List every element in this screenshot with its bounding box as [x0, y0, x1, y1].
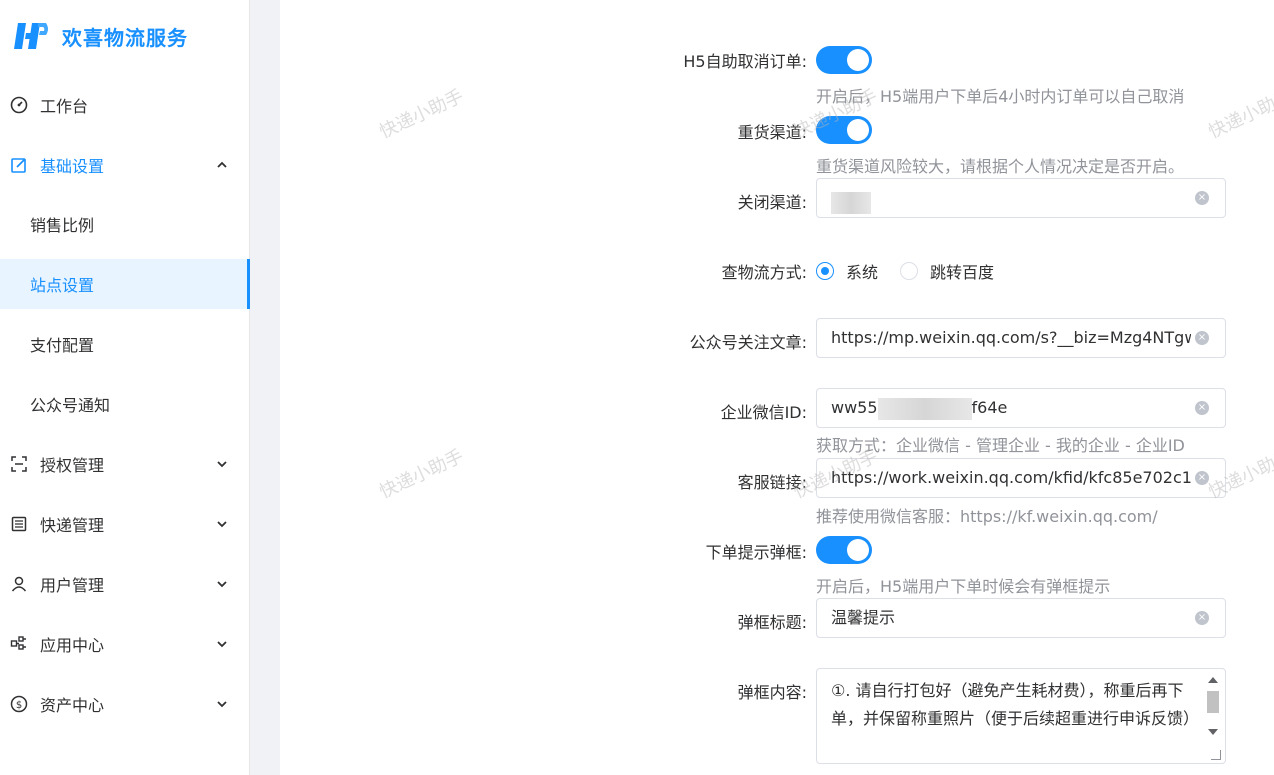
- popup-title-input[interactable]: 温馨提示 ×: [816, 598, 1226, 638]
- radio-dot: [816, 262, 834, 280]
- clear-icon[interactable]: ×: [1195, 611, 1209, 625]
- service-link-hint: 推荐使用微信客服：https://kf.weixin.qq.com/: [816, 507, 1158, 526]
- site-settings-form: H5自助取消订单: 开启后，H5端用户下单后4小时内订单可以自己取消 重货渠道:…: [280, 0, 1274, 775]
- sidebar-item-label: 应用中心: [40, 636, 105, 655]
- apps-icon: [10, 635, 28, 653]
- sidebar-item-label: 快递管理: [40, 516, 105, 535]
- radio-label: 跳转百度: [930, 263, 995, 282]
- article-value: https://mp.weixin.qq.com/s?__biz=Mzg4NTg…: [831, 328, 1191, 347]
- close-channel-input[interactable]: ×: [816, 178, 1226, 218]
- sidebar-item-label: 基础设置: [40, 157, 105, 176]
- h5-cancel-label: H5自助取消订单:: [683, 52, 807, 71]
- close-channel-label: 关闭渠道:: [737, 193, 807, 212]
- chevron-down-icon: [216, 578, 228, 590]
- clear-icon[interactable]: ×: [1195, 401, 1209, 415]
- service-link-input[interactable]: https://work.weixin.qq.com/kfid/kfc85e70…: [816, 458, 1226, 498]
- popup-title-value: 温馨提示: [831, 608, 896, 627]
- sidebar-item-express[interactable]: 快递管理: [0, 494, 250, 554]
- heavy-channel-hint: 重货渠道风险较大，请根据个人情况决定是否开启。: [816, 157, 1185, 176]
- app-root: 欢喜物流服务 工作台 基础设置 销售比例 站点设置 支付配置 公众号通知 授权管: [0, 0, 1274, 775]
- brand-logo-icon: [12, 19, 50, 53]
- chevron-down-icon: [216, 638, 228, 650]
- tracking-radio-system[interactable]: 系统: [816, 259, 878, 283]
- sidebar-item-label: 工作台: [40, 97, 89, 116]
- sidebar-item-basic-settings[interactable]: 基础设置: [0, 135, 250, 195]
- corp-id-prefix: ww55: [831, 398, 878, 417]
- corp-id-suffix: f64e: [971, 398, 1008, 417]
- tracking-radio-baidu[interactable]: 跳转百度: [900, 259, 994, 283]
- chevron-down-icon: [216, 698, 228, 710]
- dashboard-icon: [10, 96, 28, 114]
- sidebar-item-label: 资产中心: [40, 696, 105, 715]
- h5-cancel-hint: 开启后，H5端用户下单后4小时内订单可以自己取消: [816, 87, 1185, 106]
- clear-icon[interactable]: ×: [1195, 471, 1209, 485]
- sidebar-subitem-sales-ratio[interactable]: 销售比例: [0, 199, 250, 249]
- switch-knob: [847, 119, 869, 141]
- scan-icon: [10, 455, 28, 473]
- radio-label: 系统: [846, 263, 879, 282]
- h5-cancel-switch[interactable]: [816, 46, 872, 74]
- sidebar-subitem-payment-config[interactable]: 支付配置: [0, 319, 250, 369]
- sidebar-item-authorization[interactable]: 授权管理: [0, 434, 250, 494]
- order-popup-hint: 开启后，H5端用户下单时候会有弹框提示: [816, 577, 1111, 596]
- sidebar-item-dashboard[interactable]: 工作台: [0, 75, 250, 135]
- close-channel-value: [831, 179, 1191, 217]
- chevron-down-icon: [216, 458, 228, 470]
- corp-id-value: ww55 f64e: [831, 389, 1191, 427]
- redacted-value: [877, 397, 972, 420]
- clear-icon[interactable]: ×: [1195, 191, 1209, 205]
- dollar-icon: $: [10, 695, 28, 713]
- popup-content-value: ①. 请自行打包好（避免产生耗材费），称重后再下单，并保留称重照片（便于后续超重…: [831, 681, 1200, 728]
- sidebar-item-users[interactable]: 用户管理: [0, 554, 250, 614]
- sidebar-item-app-center[interactable]: 应用中心: [0, 614, 250, 674]
- sidebar-subitem-site-settings[interactable]: 站点设置: [0, 259, 250, 309]
- watermark: 快递小助手: [376, 85, 467, 143]
- heavy-channel-switch[interactable]: [816, 116, 872, 144]
- textarea-scrollbar[interactable]: [1205, 673, 1221, 761]
- corp-id-hint: 获取方式：企业微信 - 管理企业 - 我的企业 - 企业ID: [816, 436, 1185, 455]
- scroll-down-icon[interactable]: [1208, 729, 1218, 735]
- edit-icon: [10, 156, 28, 174]
- clear-icon[interactable]: ×: [1195, 331, 1209, 345]
- article-input[interactable]: https://mp.weixin.qq.com/s?__biz=Mzg4NTg…: [816, 318, 1226, 358]
- chevron-up-icon: [216, 159, 228, 171]
- popup-title-label: 弹框标题:: [737, 613, 807, 632]
- svg-text:$: $: [16, 700, 22, 711]
- scroll-up-icon[interactable]: [1208, 677, 1218, 683]
- switch-knob: [847, 49, 869, 71]
- article-label: 公众号关注文章:: [689, 333, 807, 352]
- sidebar-item-label: 授权管理: [40, 456, 105, 475]
- resize-handle-icon[interactable]: [1211, 750, 1221, 760]
- list-icon: [10, 515, 28, 533]
- sidebar: 欢喜物流服务 工作台 基础设置 销售比例 站点设置 支付配置 公众号通知 授权管: [0, 0, 250, 775]
- chevron-down-icon: [216, 518, 228, 530]
- user-icon: [10, 575, 28, 593]
- heavy-channel-label: 重货渠道:: [737, 123, 807, 142]
- sidebar-item-label: 用户管理: [40, 576, 105, 595]
- scroll-thumb[interactable]: [1207, 691, 1219, 713]
- order-popup-label: 下单提示弹框:: [705, 543, 807, 562]
- brand-name: 欢喜物流服务: [62, 25, 188, 50]
- sidebar-subitem-official-account-notify[interactable]: 公众号通知: [0, 379, 250, 429]
- popup-content-textarea[interactable]: ①. 请自行打包好（避免产生耗材费），称重后再下单，并保留称重照片（便于后续超重…: [816, 668, 1226, 764]
- service-link-value: https://work.weixin.qq.com/kfid/kfc85e70…: [831, 468, 1191, 487]
- watermark: 快递小助手: [376, 445, 467, 503]
- redacted-value: [831, 191, 871, 214]
- switch-knob: [847, 539, 869, 561]
- corp-id-input[interactable]: ww55 f64e ×: [816, 388, 1226, 428]
- corp-id-label: 企业微信ID:: [720, 403, 807, 422]
- radio-dot: [900, 262, 918, 280]
- popup-content-label: 弹框内容:: [737, 683, 807, 702]
- tracking-method-label: 查物流方式:: [721, 263, 807, 282]
- service-link-label: 客服链接:: [737, 473, 807, 492]
- watermark: 快递小助手: [1205, 85, 1274, 143]
- brand[interactable]: 欢喜物流服务: [12, 18, 188, 54]
- order-popup-switch[interactable]: [816, 536, 872, 564]
- sidebar-item-assets[interactable]: $ 资产中心: [0, 674, 250, 734]
